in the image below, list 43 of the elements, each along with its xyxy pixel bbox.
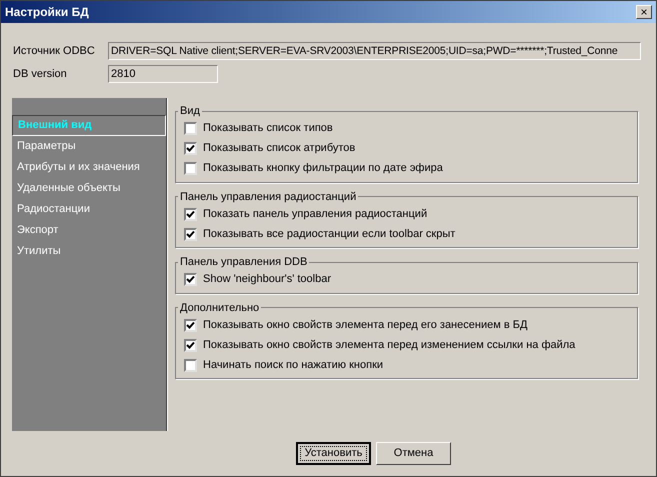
check-icon <box>186 230 195 238</box>
checkbox[interactable] <box>184 208 197 220</box>
check-icon <box>186 210 195 218</box>
checkbox[interactable] <box>184 318 197 332</box>
checkbox-label: Показывать список атрибутов <box>203 141 356 156</box>
check-icon <box>186 144 195 153</box>
checkbox-label: Показывать список типов <box>203 121 333 136</box>
text-field[interactable]: DRIVER=SQL Native client;SERVER=EVA-SRV2003\ENTERPRISE2005;UID=sa;PWD=*******;Trusted_Conne <box>108 42 641 60</box>
check-icon <box>186 320 195 330</box>
check-icon <box>186 275 195 284</box>
group-title: Дополнительно <box>179 300 260 316</box>
close-button[interactable]: × <box>636 5 652 19</box>
checkbox[interactable] <box>184 228 197 240</box>
sidebar-item[interactable]: Атрибуты и их значения <box>12 157 166 178</box>
sidebar-item[interactable]: Внешний вид <box>12 115 166 136</box>
dialog-button[interactable]: Установить <box>296 442 371 465</box>
text-field[interactable]: 2810 <box>108 65 218 83</box>
checkbox-label: Показывать кнопку фильтрации по дате эфира <box>203 161 443 176</box>
checkbox[interactable] <box>184 358 197 372</box>
checkbox-label: Показать панель управления радиостанций <box>203 206 428 222</box>
field-label: Источник ODBC <box>13 44 96 59</box>
sidebar-item[interactable]: Параметры <box>12 136 166 157</box>
checkbox-label: Начинать поиск по нажатию кнопки <box>203 358 384 373</box>
checkbox[interactable] <box>184 142 197 155</box>
sidebar-item[interactable]: Утилиты <box>12 241 166 262</box>
group-title: Панель управления DDB <box>179 255 308 270</box>
checkbox[interactable] <box>184 122 197 135</box>
check-icon <box>186 340 195 350</box>
checkbox-label: Show 'neighbour's' toolbar <box>203 272 331 288</box>
dialog-button[interactable]: Отмена <box>376 442 451 465</box>
field-label: DB version <box>13 66 68 82</box>
checkbox-label: Показывать окно свойств элемента перед изменением ссылки на файла <box>203 338 576 353</box>
group-title: Панель управления радиостанций <box>179 190 358 204</box>
window-title: Настройки БД <box>5 4 89 21</box>
checkbox-label: Показывать все радиостанции если toolbar скрыт <box>203 226 456 242</box>
sidebar-item[interactable]: Удаленные объекты <box>12 178 166 199</box>
sidebar-item[interactable]: Экспорт <box>12 220 166 241</box>
checkbox[interactable] <box>184 273 197 286</box>
group-title: Вид <box>179 104 201 119</box>
sidebar-item[interactable]: Радиостанции <box>12 199 166 220</box>
checkbox[interactable] <box>184 338 197 352</box>
checkbox-label: Показывать окно свойств элемента перед его занесением в БД <box>203 318 528 333</box>
checkbox[interactable] <box>184 162 197 175</box>
